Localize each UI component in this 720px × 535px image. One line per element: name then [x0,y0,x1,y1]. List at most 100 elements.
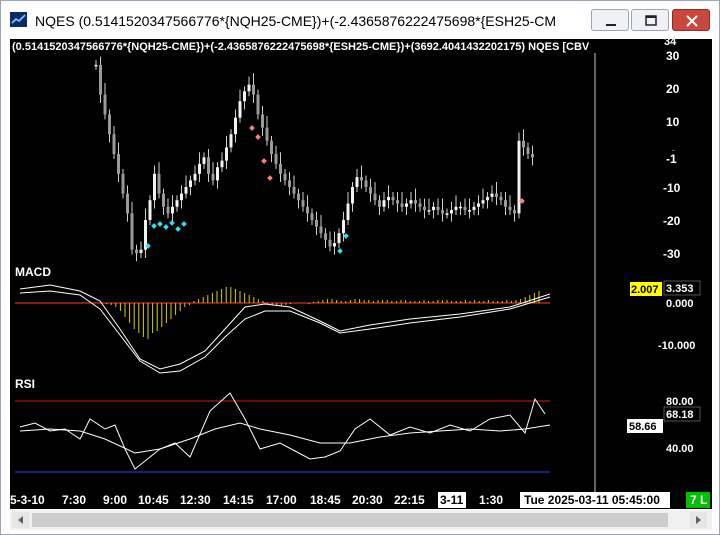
time-label: 1:30 [479,493,503,507]
candle-body [351,187,354,204]
buy-signal-marker [337,248,343,254]
candle-body [225,147,228,161]
rsi-value-label: 68.18 [666,409,694,421]
macd-title: MACD [15,265,51,279]
candle-body [130,213,134,250]
candle-body [423,206,426,211]
candle-body [211,173,215,181]
scroll-right-button[interactable] [690,512,707,528]
chart-canvas[interactable]: (0.5141520347566776*{NQH25-CME})+(-2.436… [10,39,712,509]
price-axis-top: 34 [664,39,677,48]
candle-body [229,134,233,148]
candle-body [405,203,408,207]
candle-body [108,114,111,135]
candle-body [400,203,404,207]
candle-body [220,160,224,168]
candle-body [301,200,305,207]
minimize-icon [606,24,616,26]
candle-body [193,173,197,181]
chart-svg[interactable]: (0.5141520347566776*{NQH25-CME})+(-2.436… [10,39,712,509]
candle-body [243,91,246,102]
candle-body [486,196,489,201]
candle-body [360,177,363,181]
candle-body [373,193,377,201]
candle-body [432,206,435,211]
maximize-button[interactable] [631,9,669,31]
candle-body [508,206,512,211]
candle-body [256,94,260,115]
candle-body [454,206,458,211]
candle-body [103,94,107,115]
price-tick: -20 [663,214,681,228]
buy-signal-marker [181,221,187,227]
candle-body [481,200,485,204]
time-label: 12:30 [180,493,211,507]
last-price-label: -1 [666,152,677,166]
candle-body [414,200,417,204]
candle-body [148,200,152,220]
candle-body [157,173,161,194]
macd-value-label: 3.353 [666,283,694,295]
candle-body [252,84,255,95]
candle-body [445,213,449,215]
macd-axis: 2.007 3.353 0.000 -10.000 [630,280,701,352]
candle-body [522,140,525,148]
candle-body [207,157,210,174]
buy-signal-marker [163,224,169,230]
cursor-time-label: Tue 2025-03-11 05:45:00 [524,493,660,507]
buy-signal-marker [157,221,163,227]
time-label: 3-11 [440,493,464,507]
candle-body [283,173,287,181]
status-badge-label: 7 L [690,493,707,507]
price-tick: 20 [666,82,680,96]
candle-body [117,154,120,174]
scroll-thumb[interactable] [32,513,668,527]
candle-body [247,84,251,92]
price-tick: 10 [666,115,680,129]
horizontal-scrollbar[interactable] [10,510,712,530]
candle-body [166,206,170,214]
sell-signal-marker [255,134,261,140]
scroll-left-button[interactable] [12,512,29,528]
candle-body [499,196,503,201]
candle-body [292,187,296,194]
candle-body [306,206,309,214]
candle-body [99,64,102,95]
candle-body [436,206,440,211]
sell-signal-marker [267,175,273,181]
candle-body [418,203,422,207]
candle-body [198,163,201,174]
price-candles [94,56,534,262]
candle-body [297,193,300,201]
buy-signal-marker [151,223,157,229]
time-label: 10:45 [138,493,169,507]
time-label: 18:45 [310,493,341,507]
candle-body [382,200,386,207]
candle-body [112,134,116,154]
macd-histogram [106,287,540,339]
candle-body [427,210,431,212]
candle-body [238,101,242,118]
candle-body [139,249,143,253]
title-bar[interactable]: NQES (0.5141520347566776*{NQH25-CME})+(-… [1,1,719,39]
candle-body [234,117,237,135]
candle-body [477,203,480,207]
close-button[interactable] [672,9,710,31]
candle-body [135,249,138,253]
minimize-button[interactable] [591,9,629,31]
candle-body [526,147,530,154]
maximize-icon [645,15,657,26]
candle-body [409,200,413,204]
candle-body [288,180,291,187]
candle-body [180,193,183,201]
candle-body [175,200,179,207]
candle-body [274,154,278,164]
candle-body [189,180,192,187]
buy-signal-marker [169,220,175,226]
time-label: 14:15 [223,493,254,507]
candle-body [94,64,98,67]
candle-body [153,173,156,201]
candle-body [121,173,125,194]
rsi-average-line [19,422,551,454]
candle-body [315,220,318,227]
